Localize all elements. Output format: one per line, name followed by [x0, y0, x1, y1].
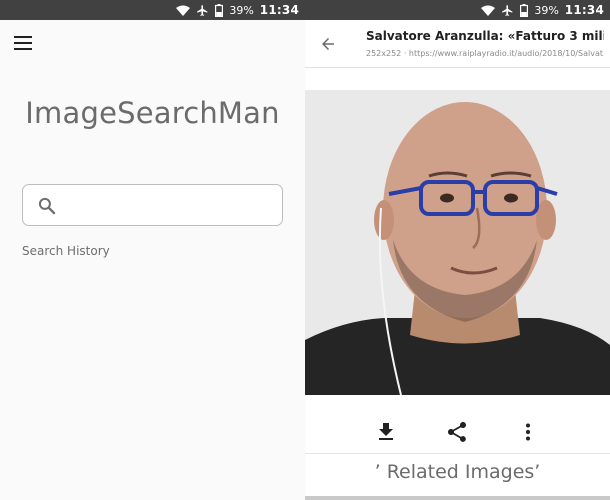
more-options-button[interactable] — [516, 420, 540, 444]
clock: 11:34 — [564, 3, 604, 17]
status-bar: 39% 11:34 — [0, 0, 305, 20]
download-button[interactable] — [374, 420, 398, 444]
wifi-icon — [481, 5, 496, 16]
result-image[interactable] — [305, 90, 610, 395]
battery-percent: 39% — [229, 3, 254, 17]
share-icon — [448, 422, 466, 442]
search-screen: 39% 11:34 ImageSearchMan Search History — [0, 0, 305, 500]
related-images-strip[interactable] — [305, 496, 610, 500]
battery-icon — [215, 3, 224, 17]
download-icon — [379, 423, 393, 440]
back-button[interactable] — [319, 35, 337, 53]
battery-percent: 39% — [534, 3, 559, 17]
image-detail-screen: 39% 11:34 Salvatore Aranzulla: «Fatturo … — [305, 0, 610, 500]
detail-top-bar: Salvatore Aranzulla: «Fatturo 3 milioni … — [305, 20, 610, 68]
airplane-mode-icon — [502, 4, 513, 16]
back-arrow-icon — [322, 38, 334, 50]
search-icon — [38, 197, 56, 215]
menu-button[interactable] — [14, 35, 34, 51]
image-actions — [305, 412, 610, 452]
more-vert-icon — [526, 423, 530, 441]
share-button[interactable] — [445, 420, 469, 444]
search-history-link[interactable]: Search History — [22, 244, 110, 258]
related-images-heading: ’ Related Images’ — [374, 461, 541, 483]
divider — [305, 453, 610, 454]
airplane-mode-icon — [197, 4, 208, 16]
image-meta[interactable]: 252x252 · https://www.raiplayradio.it/au… — [366, 49, 604, 58]
image-title: Salvatore Aranzulla: «Fatturo 3 milioni … — [366, 29, 604, 43]
menu-icon — [14, 36, 32, 50]
status-bar: 39% 11:34 — [305, 0, 610, 20]
search-box[interactable] — [22, 184, 283, 226]
search-input[interactable] — [67, 191, 275, 221]
wifi-icon — [176, 5, 191, 16]
app-title: ImageSearchMan — [25, 96, 280, 130]
clock: 11:34 — [259, 3, 299, 17]
battery-icon — [520, 3, 529, 17]
